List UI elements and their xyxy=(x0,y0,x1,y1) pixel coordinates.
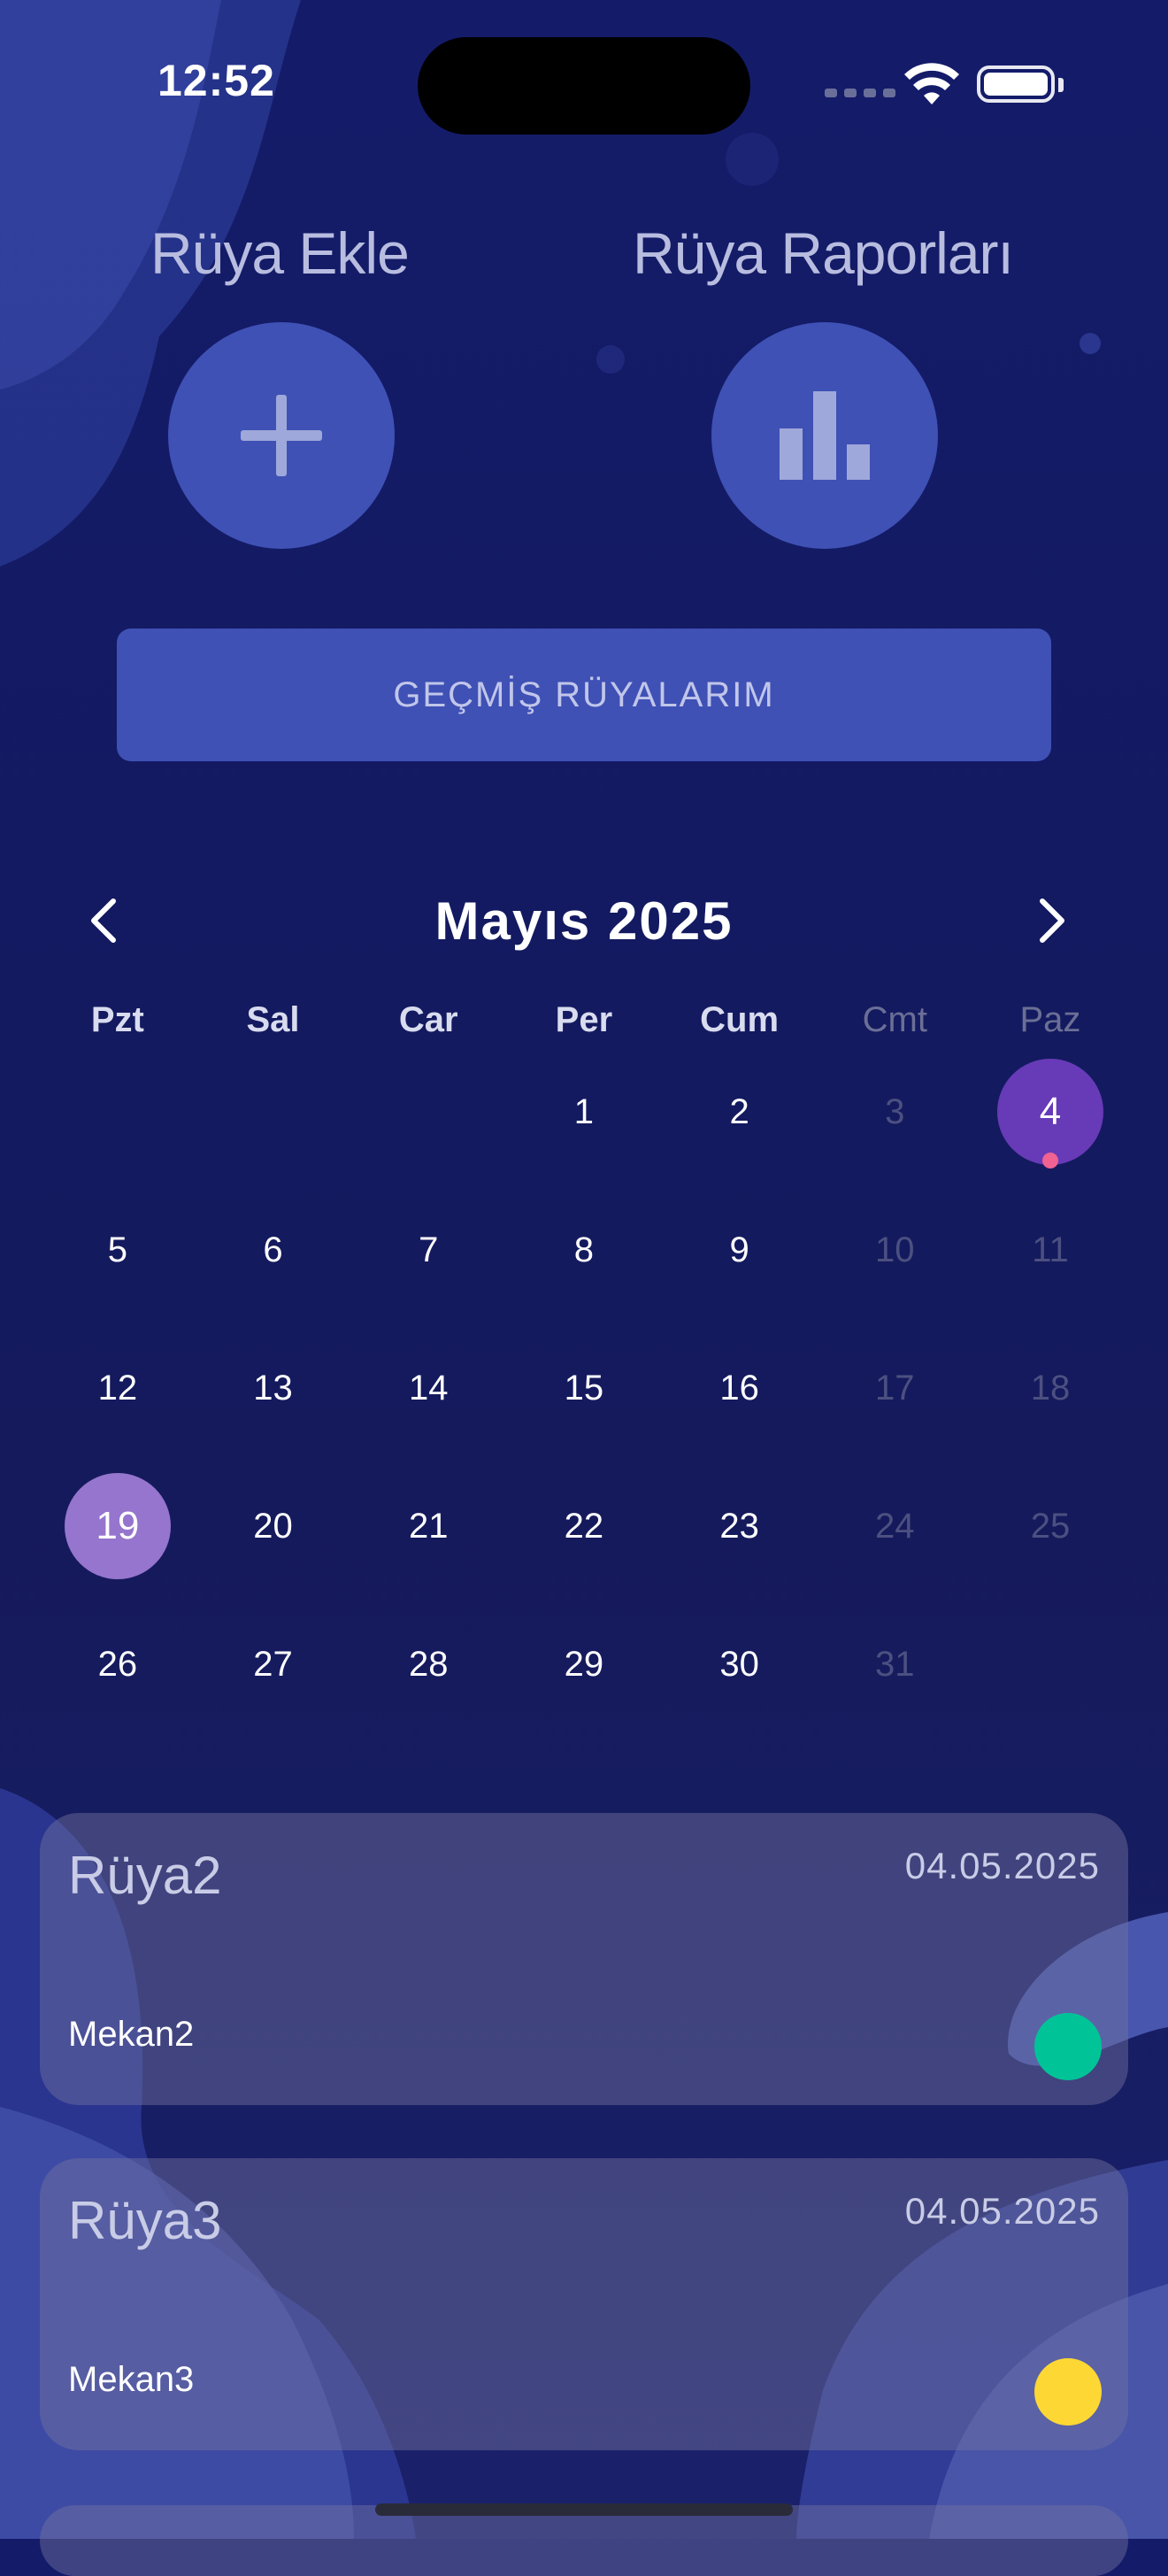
calendar-day-15[interactable]: 15 xyxy=(506,1319,662,1457)
calendar-day-18[interactable]: 18 xyxy=(972,1319,1128,1457)
calendar-day-27[interactable]: 27 xyxy=(196,1595,351,1733)
calendar-day-24[interactable]: 24 xyxy=(817,1457,972,1595)
status-time: 12:52 xyxy=(158,56,275,105)
weekday-label: Per xyxy=(555,1000,613,1039)
calendar-day-2[interactable]: 2 xyxy=(662,1043,818,1181)
battery-icon xyxy=(977,66,1055,103)
calendar-day-3[interactable]: 3 xyxy=(817,1043,972,1181)
calendar-day-28[interactable]: 28 xyxy=(350,1595,506,1733)
dream-card[interactable]: Rüya3 04.05.2025 Mekan3 xyxy=(40,2158,1128,2450)
calendar-day-23[interactable]: 23 xyxy=(662,1457,818,1595)
weekday-label: Car xyxy=(398,1000,458,1039)
calendar-day-12[interactable]: 12 xyxy=(40,1319,196,1457)
calendar-day-1[interactable]: 1 xyxy=(506,1043,662,1181)
weekday-label: Sal xyxy=(246,1000,300,1039)
past-dreams-button[interactable]: GEÇMİŞ RÜYALARIM xyxy=(117,629,1051,761)
calendar-day-6[interactable]: 6 xyxy=(196,1181,351,1319)
dream-card-partial[interactable] xyxy=(40,2505,1128,2576)
mood-indicator xyxy=(1034,2358,1102,2426)
calendar-day-29[interactable]: 29 xyxy=(506,1595,662,1733)
dream-card[interactable]: Rüya2 04.05.2025 Mekan2 xyxy=(40,1813,1128,2105)
weekday-label: Cmt xyxy=(862,1000,927,1039)
dream-place: Mekan3 xyxy=(68,2360,195,2399)
calendar-day-11[interactable]: 11 xyxy=(972,1181,1128,1319)
calendar-day-14[interactable]: 14 xyxy=(350,1319,506,1457)
calendar-day-26[interactable]: 26 xyxy=(40,1595,196,1733)
calendar-day-25[interactable]: 25 xyxy=(972,1457,1128,1595)
add-dream-label: Rüya Ekle xyxy=(150,220,410,286)
calendar-blank xyxy=(350,1043,506,1181)
dream-date: 04.05.2025 xyxy=(904,1845,1100,1886)
add-dream-button[interactable] xyxy=(168,322,395,549)
dynamic-island xyxy=(418,37,750,135)
cellular-signal-icon xyxy=(825,89,895,97)
dream-title: Rüya3 xyxy=(68,2191,222,2250)
plus-icon xyxy=(241,395,322,476)
weekday-label: Cum xyxy=(700,1000,780,1039)
calendar-day-30[interactable]: 30 xyxy=(662,1595,818,1733)
weekday-label: Pzt xyxy=(90,1000,144,1039)
calendar-day-20[interactable]: 20 xyxy=(196,1457,351,1595)
dream-marker-dot xyxy=(1041,1153,1058,1168)
calendar-blank xyxy=(196,1043,351,1181)
calendar-day-17[interactable]: 17 xyxy=(817,1319,972,1457)
calendar-header: Mayıs 2025 xyxy=(0,876,1168,965)
battery-tip xyxy=(1058,78,1064,92)
calendar-day-16[interactable]: 16 xyxy=(662,1319,818,1457)
dream-reports-button[interactable] xyxy=(711,322,938,549)
calendar-day-31[interactable]: 31 xyxy=(817,1595,972,1733)
dream-reports-label: Rüya Raporları xyxy=(633,220,1014,286)
calendar-blank xyxy=(40,1043,196,1181)
dream-title: Rüya2 xyxy=(68,1846,222,1905)
calendar-day-5[interactable]: 5 xyxy=(40,1181,196,1319)
dream-date: 04.05.2025 xyxy=(904,2190,1100,2232)
dream-place: Mekan2 xyxy=(68,2015,195,2054)
home-indicator xyxy=(375,2503,793,2516)
calendar-day-19[interactable]: 19 xyxy=(40,1457,196,1595)
weekday-label: Paz xyxy=(1019,1000,1081,1039)
calendar-day-9[interactable]: 9 xyxy=(662,1181,818,1319)
calendar-day-22[interactable]: 22 xyxy=(506,1457,662,1595)
calendar-day-8[interactable]: 8 xyxy=(506,1181,662,1319)
calendar-day-13[interactable]: 13 xyxy=(196,1319,351,1457)
calendar-weekdays: Pzt Sal Car Per Cum Cmt Paz xyxy=(40,1000,1128,1040)
calendar-day-10[interactable]: 10 xyxy=(817,1181,972,1319)
calendar-day-7[interactable]: 7 xyxy=(350,1181,506,1319)
bar-chart-icon xyxy=(780,391,870,480)
wifi-icon xyxy=(904,63,959,104)
chevron-right-icon[interactable] xyxy=(1023,894,1076,947)
mood-indicator xyxy=(1034,2013,1102,2080)
calendar-day-21[interactable]: 21 xyxy=(350,1457,506,1595)
calendar-days-grid: 1 2 3 4 5 6 7 8 9 10 11 12 13 14 15 16 17 18 19 20 21 22 23 24 2… xyxy=(40,1043,1128,1733)
calendar-day-4[interactable]: 4 xyxy=(972,1043,1128,1181)
calendar-month-title: Mayıs 2025 xyxy=(434,891,734,951)
